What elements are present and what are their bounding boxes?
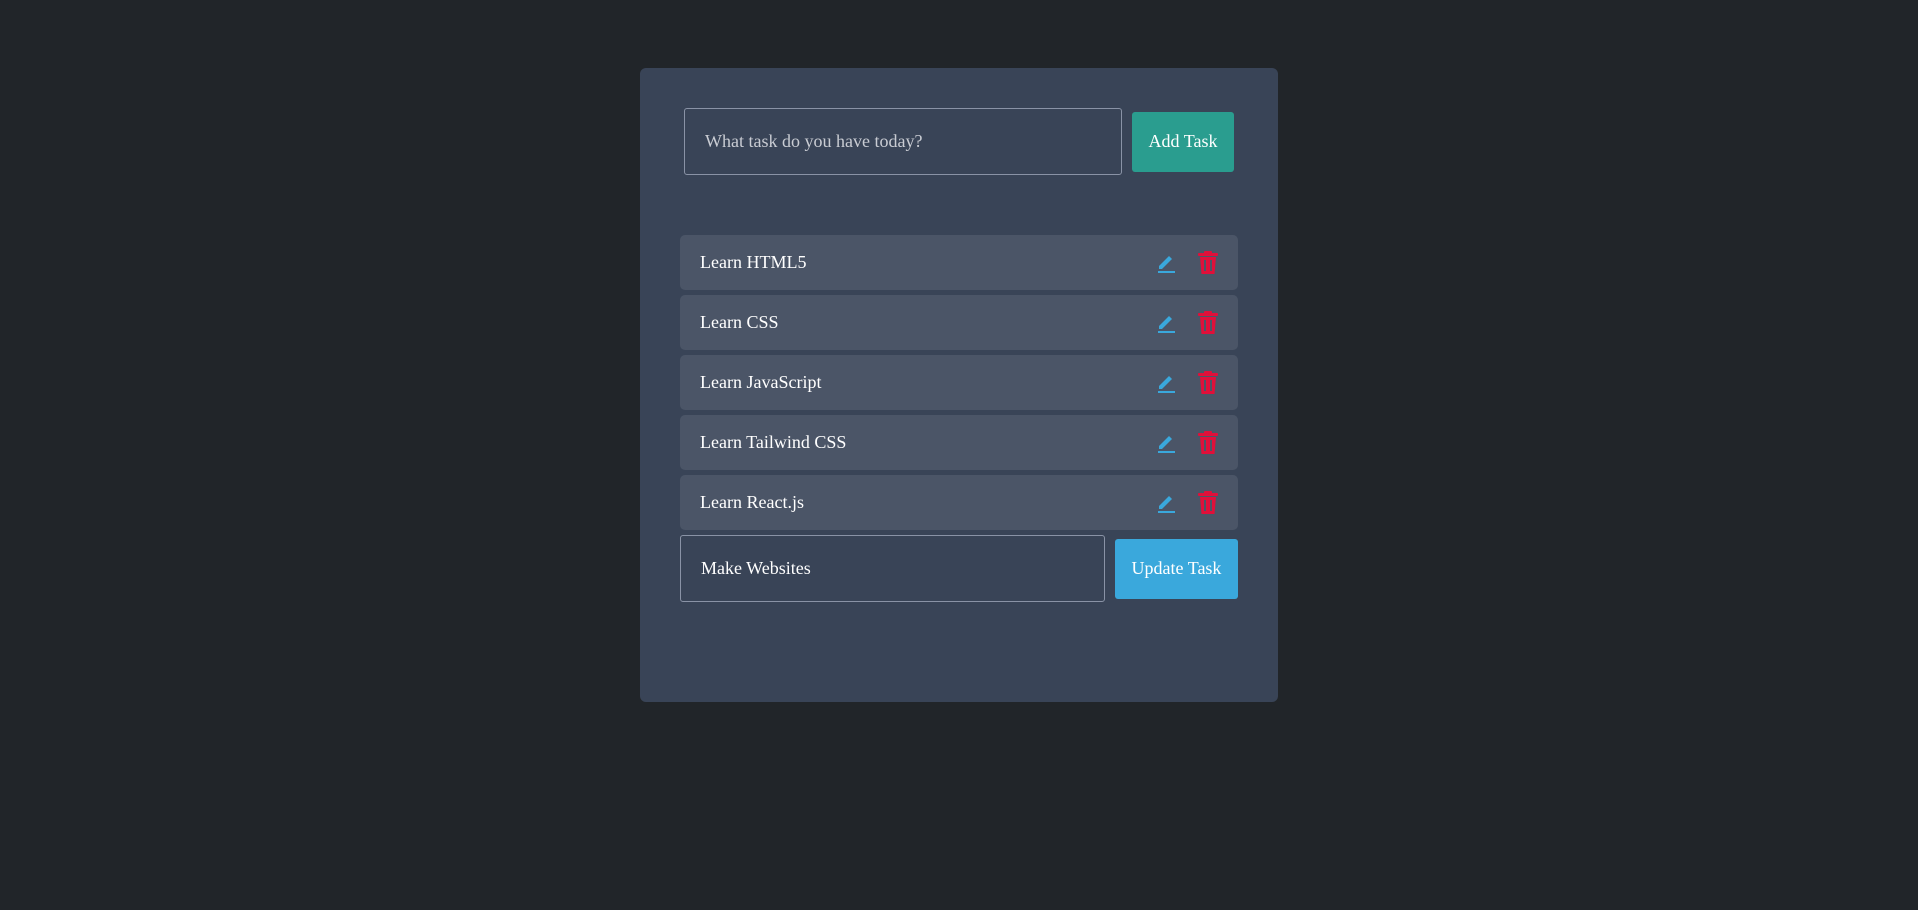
edit-task-input[interactable] [680, 535, 1105, 602]
task-label: Learn Tailwind CSS [700, 432, 847, 452]
task-list: Learn HTML5 Learn CSS Learn JavaScript L… [680, 235, 1238, 602]
task-actions [1156, 311, 1218, 334]
pencil-icon[interactable] [1156, 252, 1176, 273]
edit-task-form: Update Task [680, 535, 1238, 602]
task-label: Learn React.js [700, 492, 804, 512]
add-task-button[interactable]: Add Task [1132, 111, 1234, 172]
todo-card: Add Task Learn HTML5 Learn CSS [640, 68, 1278, 702]
task-item: Learn Tailwind CSS [680, 415, 1238, 470]
new-task-input[interactable] [684, 108, 1122, 175]
pencil-icon[interactable] [1156, 432, 1176, 453]
trash-icon[interactable] [1198, 311, 1218, 334]
task-actions [1156, 431, 1218, 454]
task-item: Learn JavaScript [680, 355, 1238, 410]
task-item: Learn React.js [680, 475, 1238, 530]
trash-icon[interactable] [1198, 491, 1218, 514]
task-label: Learn CSS [700, 312, 779, 332]
pencil-icon[interactable] [1156, 372, 1176, 393]
task-actions [1156, 491, 1218, 514]
trash-icon[interactable] [1198, 431, 1218, 454]
task-actions [1156, 371, 1218, 394]
task-label: Learn HTML5 [700, 252, 807, 272]
pencil-icon[interactable] [1156, 312, 1176, 333]
task-actions [1156, 251, 1218, 274]
task-item: Learn CSS [680, 295, 1238, 350]
add-task-form: Add Task [684, 108, 1234, 175]
task-item: Learn HTML5 [680, 235, 1238, 290]
update-task-button[interactable]: Update Task [1115, 538, 1238, 599]
task-label: Learn JavaScript [700, 372, 822, 392]
pencil-icon[interactable] [1156, 492, 1176, 513]
trash-icon[interactable] [1198, 251, 1218, 274]
trash-icon[interactable] [1198, 371, 1218, 394]
